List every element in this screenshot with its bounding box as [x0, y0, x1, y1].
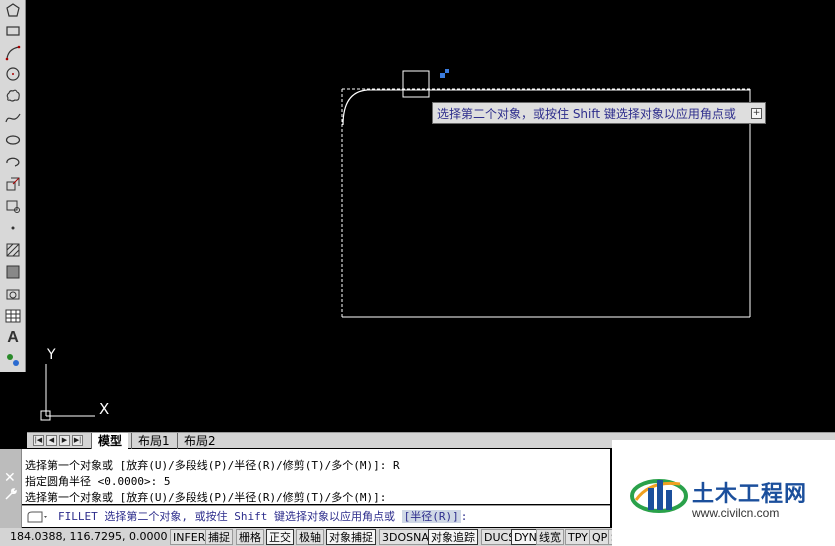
prompt-text: FILLET 选择第二个对象, 或按住 Shift 键选择对象以应用角点或 [58, 510, 395, 523]
prev-tab-icon[interactable]: ◀ [46, 435, 57, 446]
watermark-title: 土木工程网 [692, 482, 808, 507]
status-lineweight-button[interactable]: 线宽 [536, 529, 564, 545]
pickbox-cursor [402, 70, 430, 98]
arc-icon[interactable] [3, 43, 23, 63]
region-icon[interactable] [3, 284, 23, 304]
make-block-icon[interactable] [3, 196, 23, 216]
ucs-x-label: X [99, 400, 110, 418]
status-bar: 184.0388, 116.7295, 0.0000 INFER 捕捉 栅格 正… [0, 528, 620, 546]
status-tpy-button[interactable]: TPY [565, 529, 591, 545]
spline-icon[interactable] [3, 108, 23, 128]
last-tab-icon[interactable]: ▶| [72, 435, 83, 446]
ucs-y-label: Y [47, 347, 56, 363]
gradient-icon[interactable] [3, 262, 23, 282]
snap-marker-icon [440, 69, 449, 78]
rectangle-icon[interactable] [3, 21, 23, 41]
tab-layout2[interactable]: 布局2 [177, 433, 222, 449]
coordinate-readout: 184.0388, 116.7295, 0.0000 [10, 530, 168, 543]
ucs-icon [40, 364, 95, 421]
table-icon[interactable] [3, 306, 23, 326]
hatch-icon[interactable] [3, 240, 23, 260]
command-history: 选择第一个对象或 [放弃(U)/多段线(P)/半径(R)/修剪(T)/多个(M)… [22, 449, 610, 504]
revision-cloud-icon[interactable] [3, 86, 23, 106]
history-line: 选择第一个对象或 [放弃(U)/多段线(P)/半径(R)/修剪(T)/多个(M)… [25, 491, 387, 504]
watermark-url: www.civilcn.com [692, 506, 780, 520]
watermark: 土木工程网 www.civilcn.com [612, 440, 835, 546]
wrench-icon[interactable] [4, 487, 18, 501]
status-osnap-button[interactable]: 对象捕捉 [326, 529, 376, 545]
command-prompt: FILLET 选择第二个对象, 或按住 Shift 键选择对象以应用角点或 [半… [58, 506, 467, 528]
drawing-canvas[interactable]: Y X [27, 0, 835, 432]
status-ortho-button[interactable]: 正交 [266, 529, 294, 545]
tab-layout1[interactable]: 布局1 [131, 433, 176, 449]
status-otrack-button[interactable]: 对象追踪 [428, 529, 478, 545]
history-line: 选择第一个对象或 [放弃(U)/多段线(P)/半径(R)/修剪(T)/多个(M)… [25, 459, 400, 472]
tooltip-text: 选择第二个对象，或按住 Shift 键选择对象以应用角点或 [437, 107, 736, 121]
command-line-input[interactable]: FILLET 选择第二个对象, 或按住 Shift 键选择对象以应用角点或 [半… [22, 505, 610, 527]
draw-toolbar: A [0, 0, 26, 372]
status-polar-button[interactable]: 极轴 [296, 529, 324, 545]
polygon-icon[interactable] [3, 0, 23, 20]
ellipse-arc-icon[interactable] [3, 152, 23, 172]
status-snap-button[interactable]: 捕捉 [205, 529, 233, 545]
dynamic-input-tooltip: 选择第二个对象，或按住 Shift 键选择对象以应用角点或 + [432, 102, 766, 124]
point-icon[interactable] [3, 218, 23, 238]
history-line: 指定圆角半径 <0.0000>: 5 [25, 475, 171, 488]
radius-option[interactable]: [半径(R)] [401, 510, 461, 523]
status-infer-button[interactable]: INFER [170, 529, 209, 545]
ellipse-icon[interactable] [3, 130, 23, 150]
add-selected-icon[interactable] [3, 350, 23, 370]
civilcn-logo-icon [630, 479, 688, 513]
multiline-text-icon[interactable]: A [3, 328, 23, 348]
prompt-suffix: : [460, 510, 468, 523]
first-tab-icon[interactable]: |◀ [33, 435, 44, 446]
circle-icon[interactable] [3, 64, 23, 84]
insert-block-icon[interactable] [3, 174, 23, 194]
expand-options-icon[interactable]: + [751, 108, 762, 119]
tab-model[interactable]: 模型 [91, 433, 129, 449]
status-grid-button[interactable]: 栅格 [236, 529, 264, 545]
close-icon[interactable]: ✕ [4, 469, 16, 486]
command-prompt-icon[interactable] [26, 510, 48, 524]
next-tab-icon[interactable]: ▶ [59, 435, 70, 446]
